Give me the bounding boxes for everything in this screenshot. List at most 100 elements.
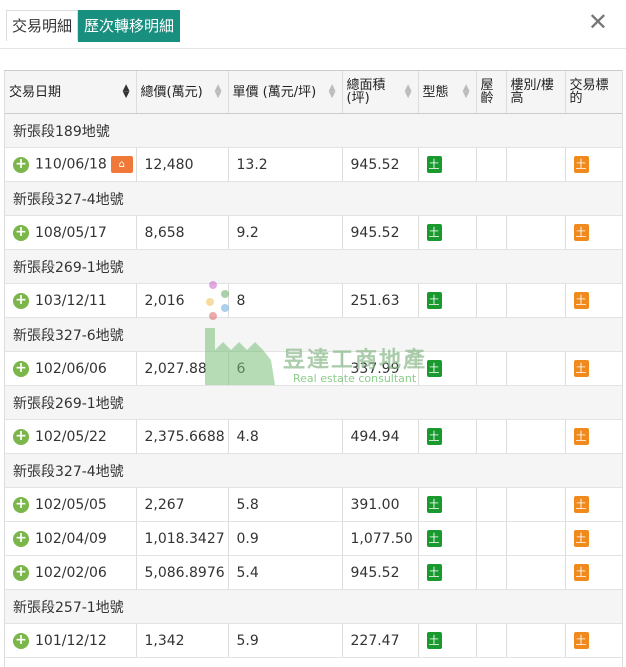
expand-plus-icon[interactable]: + [13,292,29,309]
cell-area: 945.52 [342,555,419,590]
land-target-badge: 土 [573,530,589,547]
cell-form: 土 [418,283,477,318]
group-label: 新張段269-1地號 [5,249,622,284]
land-type-badge: 土 [426,360,442,377]
column-header-label: 交易標的 [569,77,609,106]
cell-target: 土 [565,147,622,182]
group-row: 新張段269-1地號 [5,385,622,420]
sort-icon[interactable]: ▲ ▼ [405,84,412,100]
cell-total-price: 2,027.88 [136,351,229,386]
date-text: 110/06/18 [35,156,107,173]
cell-area: 945.52 [342,147,419,182]
land-target-badge: 土 [573,632,589,649]
sort-icon[interactable]: ▲ ▼ [463,84,470,100]
expand-plus-icon[interactable]: + [13,428,29,445]
column-header-3[interactable]: 總面積 (坪) ▲ ▼ [342,71,419,114]
sort-icon[interactable]: ▲ ▼ [123,84,130,100]
cell-area: 494.94 [342,419,419,454]
expand-plus-icon[interactable]: + [13,360,29,377]
cell-target: 土 [565,623,622,658]
cell-total-price: 12,480 [136,147,229,182]
cell-date: +103/12/11 [5,283,137,318]
column-header-1[interactable]: 總價(萬元) ▲ ▼ [136,71,229,114]
sort-icon[interactable]: ▲ ▼ [215,84,222,100]
table-row[interactable]: +102/05/05 2,267 5.8 391.00 土土 [5,487,622,522]
search-house-icon[interactable]: ⌂ [110,156,133,173]
date-text: 102/02/06 [35,564,107,581]
divider [0,48,626,49]
table-row[interactable]: +102/05/22 2,375.6688 4.8 494.94 土土 [5,419,622,454]
column-header-label: 樓別/樓高 [510,77,554,106]
cell-date: +110/06/18 ⌂ [5,147,137,182]
date-text: 102/04/09 [35,530,107,547]
column-header-label: 總價(萬元) [140,84,203,100]
cell-unit-price: 4.8 [228,419,343,454]
group-row: 新張段269-1地號 [5,249,622,284]
column-header-0[interactable]: 交易日期 ▲ ▼ [5,71,137,114]
cell-floor [506,283,566,318]
group-row: 新張段327-4地號 [5,453,622,488]
group-row: 新張段257-1地號 [5,589,622,624]
cell-unit-price: 9.2 [228,215,343,250]
cell-total-price: 2,016 [136,283,229,318]
cell-age [476,555,507,590]
expand-plus-icon[interactable]: + [13,564,29,581]
cell-age [476,419,507,454]
cell-floor [506,147,566,182]
land-type-badge: 土 [426,496,442,513]
land-target-badge: 土 [573,428,589,445]
group-label: 新張段257-1地號 [5,589,622,624]
expand-plus-icon[interactable]: + [13,224,29,241]
cell-target: 土 [565,351,622,386]
cell-area: 391.00 [342,487,419,522]
cell-age [476,147,507,182]
column-header-label: 交易日期 [9,84,62,100]
column-header-2[interactable]: 單價 (萬元/坪) ▲ ▼ [228,71,343,114]
tab-transaction-details[interactable]: 交易明細 [6,10,79,41]
table-row[interactable]: +108/05/17 8,658 9.2 945.52 土土 [5,215,622,250]
land-type-badge: 土 [426,224,442,241]
cell-age [476,215,507,250]
cell-form: 土 [418,521,477,556]
expand-plus-icon[interactable]: + [13,156,29,173]
cell-area: 251.63 [342,283,419,318]
table-row[interactable]: +102/04/09 1,018.3427 0.9 1,077.50 土土 [5,521,622,556]
land-type-badge: 土 [426,292,442,309]
cell-floor [506,555,566,590]
cell-unit-price: 5.8 [228,487,343,522]
cell-age [476,351,507,386]
table-row[interactable]: +101/12/12 1,342 5.9 227.47 土土 [5,623,622,658]
table-row[interactable]: +103/12/11 2,016 8 251.63 土土 [5,283,622,318]
close-icon[interactable]: ✕ [588,8,608,36]
cell-age [476,283,507,318]
group-label: 新張段189地號 [5,113,622,148]
cell-date: +108/05/17 [5,215,137,250]
expand-plus-icon[interactable]: + [13,496,29,513]
tab-transfer-history[interactable]: 歷次轉移明細 [78,10,181,42]
land-target-badge: 土 [573,496,589,513]
date-text: 103/12/11 [35,292,107,309]
table-row[interactable]: +102/02/06 5,086.8976 5.4 945.52 土土 [5,555,622,590]
sort-icon[interactable]: ▲ ▼ [329,84,336,100]
cell-total-price: 1,342 [136,623,229,658]
cell-target: 土 [565,283,622,318]
cell-unit-price: 8 [228,283,343,318]
expand-plus-icon[interactable]: + [13,632,29,649]
table-row[interactable]: +110/06/18 ⌂ 12,480 13.2 945.52 土 土 [5,147,622,182]
group-row: 新張段189地號 [5,113,622,148]
group-label: 新張段327-4地號 [5,181,622,216]
cell-age [476,521,507,556]
date-text: 102/05/22 [35,428,107,445]
date-text: 102/06/06 [35,360,107,377]
cell-floor [506,521,566,556]
cell-form: 土 [418,215,477,250]
land-target-badge: 土 [573,292,589,309]
land-target-badge: 土 [573,224,589,241]
expand-plus-icon[interactable]: + [13,530,29,547]
cell-age [476,623,507,658]
group-label: 新張段269-1地號 [5,385,622,420]
cell-form: 土 [418,419,477,454]
column-header-4[interactable]: 型態 ▲ ▼ [418,71,477,114]
cell-unit-price: 5.9 [228,623,343,658]
cell-date: +102/04/09 [5,521,137,556]
